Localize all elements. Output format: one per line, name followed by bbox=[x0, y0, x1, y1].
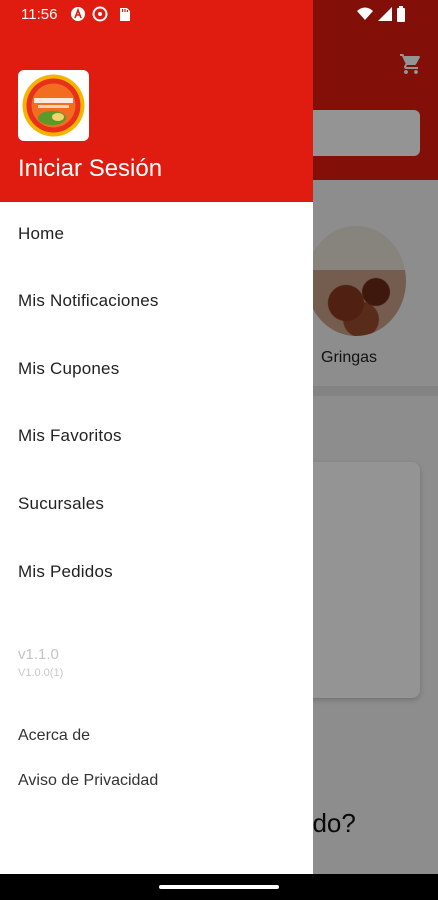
wifi-icon bbox=[357, 7, 373, 20]
signal-icon bbox=[378, 7, 392, 21]
menu-item-coupons[interactable]: Mis Cupones bbox=[18, 359, 119, 379]
system-nav-bar bbox=[0, 874, 438, 900]
settings-icon bbox=[92, 6, 108, 22]
app-build: V1.0.0(1) bbox=[18, 667, 64, 679]
menu-item-home[interactable]: Home bbox=[18, 224, 64, 244]
sd-card-icon bbox=[120, 8, 130, 21]
home-gesture-handle[interactable] bbox=[159, 885, 279, 889]
menu-item-notifications[interactable]: Mis Notificaciones bbox=[18, 291, 159, 311]
navigation-drawer: Iniciar Sesión Home Mis Notificaciones M… bbox=[0, 0, 313, 874]
app-version: v1.1.0 bbox=[18, 646, 59, 663]
login-link[interactable]: Iniciar Sesión bbox=[18, 155, 162, 183]
about-link[interactable]: Acerca de bbox=[18, 727, 90, 745]
battery-icon bbox=[397, 6, 405, 22]
a-circle-icon bbox=[71, 7, 85, 21]
privacy-link[interactable]: Aviso de Privacidad bbox=[18, 772, 158, 790]
menu-item-orders[interactable]: Mis Pedidos bbox=[18, 562, 113, 582]
app-logo bbox=[18, 70, 89, 141]
menu-item-favorites[interactable]: Mis Favoritos bbox=[18, 426, 122, 446]
status-time: 11:56 bbox=[21, 6, 58, 23]
drawer-header: Iniciar Sesión bbox=[0, 0, 313, 202]
status-bar: 11:56 bbox=[0, 0, 438, 30]
menu-item-branches[interactable]: Sucursales bbox=[18, 494, 104, 514]
